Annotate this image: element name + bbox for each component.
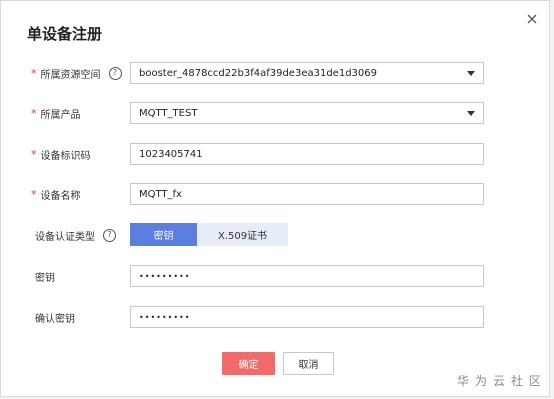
resource-space-value: booster_4878ccd22b3f4af39de3ea31de1d3069	[139, 67, 377, 79]
secret-value: •••••••••	[139, 271, 191, 281]
confirm-secret-label: 确认密钥	[31, 307, 75, 327]
help-icon[interactable]: ?	[108, 66, 122, 80]
device-id-label: * 设备标识码	[31, 144, 91, 164]
dialog-title: 单设备注册	[27, 25, 103, 43]
device-id-input[interactable]: 1023405741	[130, 143, 484, 165]
watermark: 华为云社区	[457, 374, 548, 388]
auth-type-x509-option[interactable]: X.509证书	[197, 223, 288, 246]
product-label: * 所属产品	[31, 103, 81, 123]
required-mark: *	[31, 106, 37, 120]
device-id-value: 1023405741	[139, 148, 203, 160]
device-name-value: MQTT_fx	[139, 188, 182, 200]
auth-type-label: 设备认证类型 ?	[31, 225, 116, 245]
device-name-label: * 设备名称	[31, 184, 81, 204]
close-icon[interactable]	[525, 12, 539, 26]
secret-label: 密钥	[31, 266, 55, 286]
resource-space-label-text: 所属资源空间	[40, 69, 101, 81]
confirm-secret-value: •••••••••	[139, 312, 191, 322]
confirm-secret-label-text: 确认密钥	[35, 313, 75, 325]
product-value: MQTT_TEST	[139, 107, 198, 119]
device-name-label-text: 设备名称	[40, 190, 81, 202]
secret-label-text: 密钥	[35, 272, 55, 284]
register-device-dialog: 单设备注册 * 所属资源空间 ? booster_4878ccd22b3f4af…	[0, 0, 550, 397]
cancel-button[interactable]: 取消	[283, 352, 334, 375]
required-mark: *	[31, 187, 37, 201]
device-id-label-text: 设备标识码	[40, 150, 91, 162]
help-icon[interactable]: ?	[103, 228, 116, 242]
product-label-text: 所属产品	[40, 109, 81, 121]
chevron-down-icon	[467, 70, 475, 76]
chevron-down-icon	[467, 110, 475, 116]
confirm-button[interactable]: 确定	[222, 352, 275, 375]
product-select[interactable]: MQTT_TEST	[130, 102, 484, 124]
required-mark: *	[31, 147, 37, 161]
auth-type-label-text: 设备认证类型	[35, 231, 95, 243]
resource-space-select[interactable]: booster_4878ccd22b3f4af39de3ea31de1d3069	[130, 62, 484, 84]
resource-space-label: * 所属资源空间 ?	[31, 63, 122, 83]
required-mark: *	[31, 66, 37, 80]
device-name-input[interactable]: MQTT_fx	[130, 183, 484, 205]
auth-type-secret-option[interactable]: 密钥	[130, 223, 197, 246]
confirm-secret-input[interactable]: •••••••••	[130, 306, 484, 328]
secret-input[interactable]: •••••••••	[130, 265, 484, 287]
